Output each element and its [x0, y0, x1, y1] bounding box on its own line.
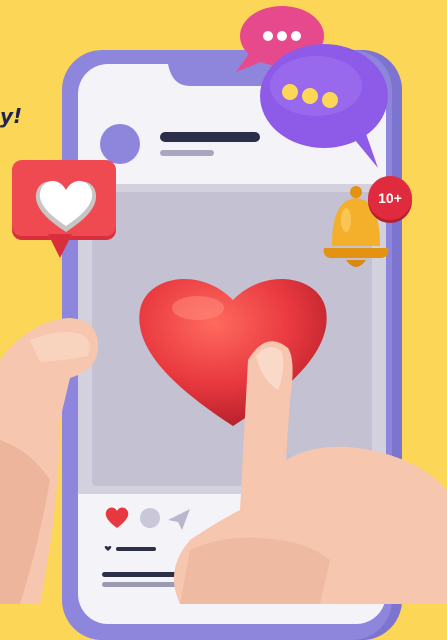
like-bubble-icon [12, 160, 116, 258]
post-username-placeholder [160, 132, 260, 142]
comment-icon[interactable] [140, 508, 160, 528]
likes-count-placeholder [104, 546, 156, 551]
right-hand-pointing [173, 341, 447, 604]
left-hand [0, 318, 99, 604]
post-subtitle-placeholder [160, 150, 214, 156]
notification-badge: 10+ [368, 176, 412, 220]
tagline-fragment: y! [0, 104, 23, 128]
chat-bubble-icon [260, 44, 388, 168]
